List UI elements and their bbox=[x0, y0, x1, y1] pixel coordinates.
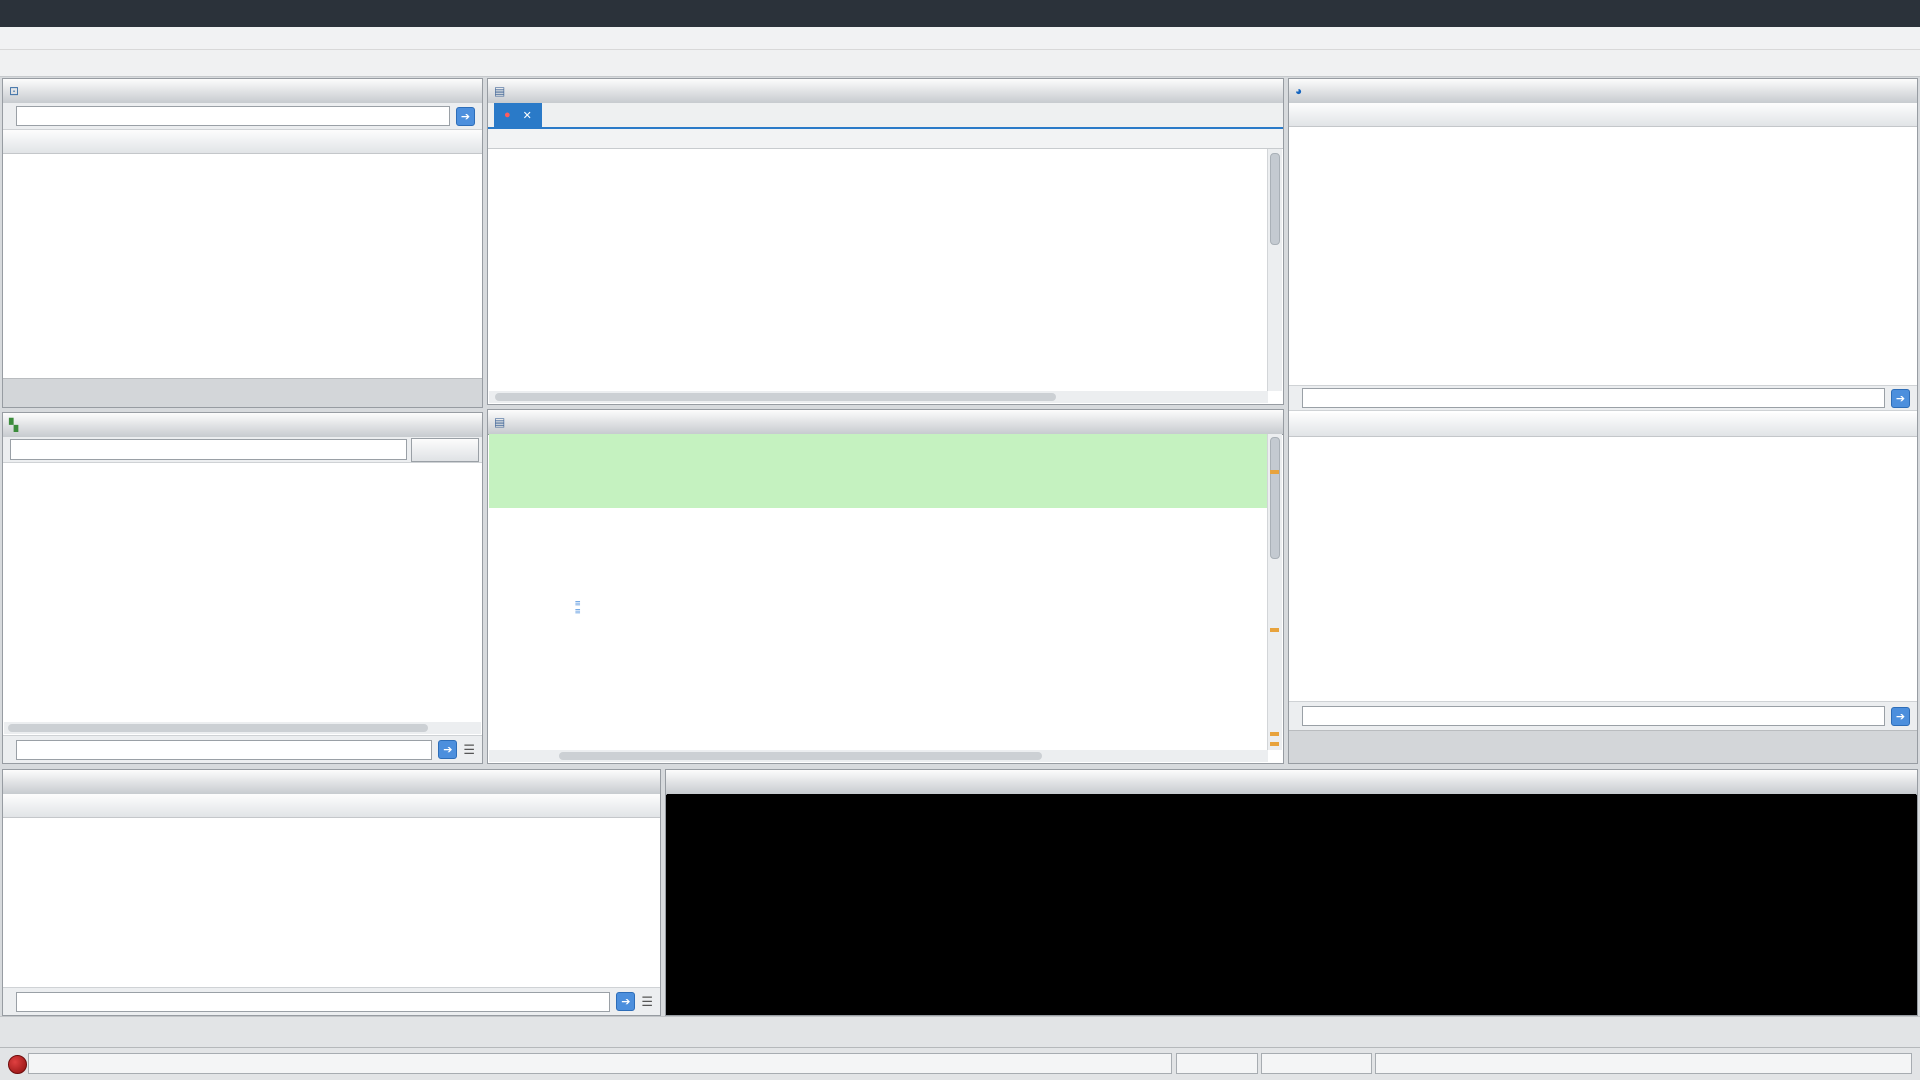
dynamic-disassembly[interactable] bbox=[489, 149, 1268, 391]
breakpoints-filter-input[interactable] bbox=[1302, 388, 1885, 408]
model-header: ▚ bbox=[3, 413, 482, 438]
stack-header bbox=[3, 770, 660, 795]
model-horizontal-scrollbar[interactable] bbox=[4, 722, 481, 734]
terminal-window bbox=[665, 769, 1918, 1016]
close-tab-icon[interactable]: ✕ bbox=[523, 109, 532, 122]
stack-column-headers bbox=[3, 794, 660, 818]
dynamic-horizontal-scrollbar[interactable] bbox=[489, 391, 1268, 403]
debug-console-tab-row bbox=[3, 378, 482, 407]
debug-console-header: ⊡ bbox=[3, 79, 482, 104]
trace-tab-termmines[interactable]: ● ✕ bbox=[494, 103, 542, 127]
console-window-icon: ⊡ bbox=[9, 84, 20, 98]
model-window-icon: ▚ bbox=[9, 418, 19, 432]
title-bar bbox=[0, 0, 1920, 27]
dynamic-tab-strip: ● ✕ bbox=[488, 103, 1283, 129]
terminal-header bbox=[666, 770, 1917, 795]
status-instruction-field bbox=[1375, 1053, 1912, 1074]
main-toolbar bbox=[0, 50, 1920, 77]
recording-dot-icon: ● bbox=[504, 109, 511, 121]
breakpoints-window-icon: ◕ bbox=[1295, 84, 1303, 98]
breakpoints-column-headers bbox=[1289, 103, 1917, 127]
listing-window-icon: ▤ bbox=[494, 415, 506, 429]
breakpoints-filter-row: ➔ bbox=[1289, 385, 1917, 411]
debug-console-filter-row: ➔ bbox=[3, 103, 482, 130]
go-button[interactable] bbox=[411, 437, 479, 462]
column-config-icon[interactable]: ☰ bbox=[641, 994, 653, 1010]
menu-bar bbox=[0, 27, 1920, 50]
breakpoints-table-body[interactable] bbox=[1289, 127, 1917, 385]
breakpoint-locations-filter-row: ➔ bbox=[1289, 701, 1917, 731]
model-path-input[interactable] bbox=[10, 439, 407, 460]
function-header-block[interactable] bbox=[489, 434, 1268, 508]
debug-console-table-body[interactable] bbox=[3, 154, 482, 379]
dynamic-address-row bbox=[488, 129, 1283, 149]
dynamic-window: ▤ ● ✕ bbox=[487, 78, 1284, 405]
filter-options-icon[interactable]: ➔ bbox=[616, 992, 636, 1011]
status-function-field bbox=[1261, 1053, 1372, 1074]
breakpoint-locations-column-headers bbox=[1289, 413, 1917, 437]
listing-vertical-scrollbar[interactable] bbox=[1267, 434, 1282, 750]
listing-header: ▤ bbox=[488, 410, 1283, 435]
status-message-field bbox=[28, 1053, 1172, 1074]
ghidra-logo-icon bbox=[8, 1055, 27, 1074]
stack-table-body[interactable] bbox=[3, 818, 660, 987]
column-config-icon[interactable]: ☰ bbox=[463, 742, 475, 758]
ghidra-debugger-window: ⊡ ➔ ▚ ➔ ☰ ▤ ● ✕ ▤ ≡ ≡ ◕ ➔ ➔ ➔ ☰ bbox=[0, 0, 1920, 1080]
listing-disassembly[interactable]: ≡ ≡ bbox=[489, 434, 1268, 750]
breakpoints-header: ◕ bbox=[1289, 79, 1917, 104]
debug-console-window: ⊡ ➔ bbox=[2, 78, 483, 408]
debug-console-filter-input[interactable] bbox=[16, 106, 450, 126]
listing-window: ▤ ≡ ≡ bbox=[487, 409, 1284, 764]
stack-window: ➔ ☰ bbox=[2, 769, 661, 1016]
right-panel-tab-row bbox=[1289, 730, 1917, 763]
stack-filter-row: ➔ ☰ bbox=[3, 987, 660, 1015]
model-tree bbox=[3, 463, 482, 726]
terminal-output[interactable] bbox=[667, 794, 1916, 1014]
filter-options-icon[interactable]: ➔ bbox=[456, 106, 475, 126]
breakpoint-locations-filter-input[interactable] bbox=[1302, 706, 1885, 726]
debug-console-column-headers bbox=[3, 130, 482, 154]
stack-filter-input[interactable] bbox=[16, 991, 611, 1012]
filter-options-icon[interactable]: ➔ bbox=[1891, 706, 1910, 726]
filter-options-icon[interactable]: ➔ bbox=[1891, 388, 1910, 408]
breakpoint-locations-table-body[interactable] bbox=[1289, 437, 1917, 701]
filter-options-icon[interactable]: ➔ bbox=[438, 740, 458, 759]
listing-horizontal-scrollbar[interactable] bbox=[489, 750, 1268, 762]
model-window: ▚ ➔ ☰ bbox=[2, 412, 483, 764]
breakpoints-window: ◕ ➔ ➔ bbox=[1288, 78, 1918, 764]
model-filter-row: ➔ ☰ bbox=[3, 735, 482, 763]
status-address-field bbox=[1176, 1053, 1258, 1074]
model-path-row bbox=[3, 437, 482, 463]
dynamic-header: ▤ bbox=[488, 79, 1283, 104]
margin-handle-icon[interactable]: ≡ ≡ bbox=[575, 600, 580, 617]
status-bar bbox=[0, 1047, 1920, 1080]
window-tab-bar bbox=[0, 1016, 1920, 1048]
dynamic-window-icon: ▤ bbox=[494, 84, 506, 98]
dynamic-vertical-scrollbar[interactable] bbox=[1267, 149, 1282, 391]
model-filter-input[interactable] bbox=[16, 739, 433, 760]
